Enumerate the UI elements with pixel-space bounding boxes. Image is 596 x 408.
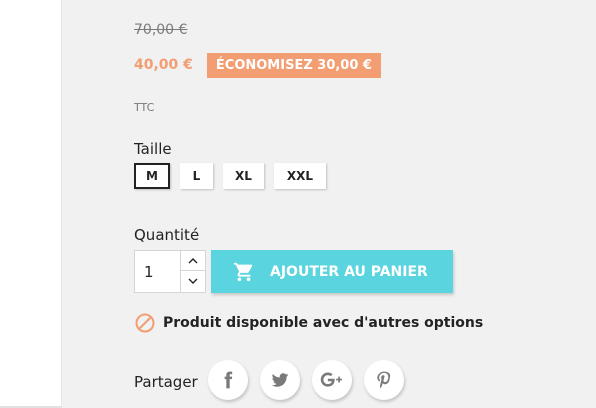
- google-plus-share-button[interactable]: [312, 360, 352, 400]
- social-share: [208, 360, 416, 400]
- size-option-l[interactable]: L: [180, 163, 213, 189]
- facebook-share-button[interactable]: [208, 360, 248, 400]
- quantity-stepper: 1: [134, 250, 206, 293]
- share-label: Partager: [134, 373, 198, 391]
- quantity-input[interactable]: 1: [144, 263, 154, 281]
- size-options: M L XL XXL: [134, 163, 336, 189]
- size-option-xl[interactable]: XL: [223, 163, 264, 189]
- quantity-label: Quantité: [134, 226, 200, 244]
- stepper-controls: [180, 251, 205, 292]
- size-label: Taille: [134, 140, 172, 158]
- google-plus-icon: [320, 372, 342, 387]
- chevron-down-icon: [188, 278, 198, 284]
- size-option-m[interactable]: M: [134, 163, 170, 189]
- price-row: 40,00 € ÉCONOMISEZ 30,00 €: [134, 52, 381, 78]
- product-actions: 70,00 € 40,00 € ÉCONOMISEZ 30,00 € TTC T…: [134, 0, 584, 408]
- pinterest-share-button[interactable]: [364, 360, 404, 400]
- add-to-cart-label: AJOUTER AU PANIER: [270, 263, 428, 280]
- current-price: 40,00 €: [134, 57, 193, 73]
- pinterest-icon: [377, 371, 391, 389]
- twitter-share-button[interactable]: [260, 360, 300, 400]
- increase-button[interactable]: [181, 251, 205, 271]
- regular-price: 70,00 €: [134, 22, 188, 38]
- size-option-xxl[interactable]: XXL: [274, 163, 326, 189]
- discount-badge: ÉCONOMISEZ 30,00 €: [206, 52, 381, 78]
- cart-icon: [233, 262, 253, 281]
- twitter-icon: [271, 373, 289, 387]
- availability-text: Produit disponible avec d'autres options: [163, 315, 484, 331]
- facebook-icon: [224, 371, 233, 389]
- availability-message: Produit disponible avec d'autres options: [134, 312, 483, 334]
- ban-icon: [135, 313, 155, 333]
- chevron-up-icon: [188, 257, 198, 263]
- decrease-button[interactable]: [181, 271, 205, 291]
- tax-label: TTC: [134, 101, 155, 114]
- left-panel: [0, 0, 62, 408]
- add-to-cart-button[interactable]: AJOUTER AU PANIER: [211, 250, 453, 293]
